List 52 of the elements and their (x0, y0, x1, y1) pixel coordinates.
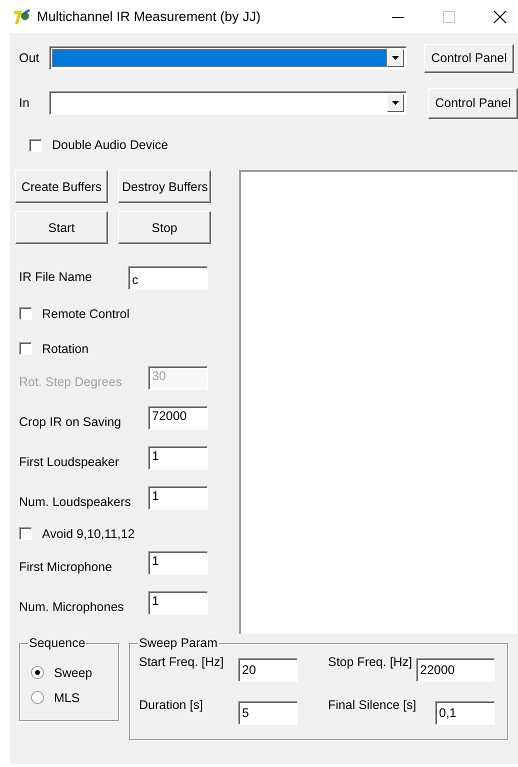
caret-icon (392, 56, 399, 60)
input-field[interactable]: 22000 (416, 658, 495, 682)
field-label: Out (18, 51, 40, 65)
field-label: Duration [s] (139, 698, 204, 712)
checkbox[interactable] (29, 138, 42, 152)
close-icon[interactable] (493, 10, 507, 24)
field-label: Start Freq. [Hz] (139, 655, 225, 669)
dropdown[interactable] (49, 46, 407, 70)
checkbox[interactable] (19, 342, 32, 355)
dropdown-button[interactable] (387, 94, 404, 112)
radio-label: Sweep (54, 666, 92, 680)
input-field[interactable]: 1 (148, 486, 208, 510)
field-label: IR File Name (19, 270, 93, 284)
dropdown[interactable] (49, 91, 407, 115)
field-label: Stop Freq. [Hz] (327, 655, 414, 669)
field-label: Num. Loudspeakers (19, 495, 132, 509)
group-title: Sweep Param (138, 636, 219, 650)
input-field[interactable]: 1 (148, 446, 208, 470)
button[interactable]: Create Buffers (15, 170, 108, 203)
window-title: Multichannel IR Measurement (by JJ) (37, 9, 261, 24)
field-label: First Microphone (19, 560, 114, 574)
dropdown-button[interactable] (387, 49, 404, 67)
field-label: Crop IR on Saving (19, 415, 122, 429)
control-panel-button[interactable]: Control Panel (428, 88, 518, 118)
checkbox-label: Rotation (42, 342, 89, 356)
checkbox-label: Double Audio Device (52, 138, 168, 152)
checkbox[interactable] (19, 307, 32, 320)
input-field[interactable]: 1 (148, 591, 208, 615)
button[interactable]: Stop (118, 211, 211, 244)
app-icon (13, 8, 31, 24)
control-panel-button[interactable]: Control Panel (424, 44, 514, 72)
input-field[interactable]: 0,1 (435, 701, 495, 725)
radio-button[interactable] (31, 666, 44, 679)
checkbox-label: Remote Control (42, 306, 130, 320)
button[interactable]: Start (15, 211, 108, 244)
input-field[interactable]: 72000 (148, 406, 208, 430)
input-field[interactable]: 20 (238, 658, 298, 682)
group-title: Sequence (28, 636, 86, 650)
field-label: First Loudspeaker (19, 455, 120, 469)
radio-label: MLS (54, 690, 80, 704)
field-label: Num. Microphones (19, 600, 125, 614)
button[interactable]: Destroy Buffers (118, 170, 211, 203)
caret-icon (392, 101, 399, 105)
field-label: In (18, 96, 30, 110)
input-field[interactable]: c (128, 266, 208, 290)
input-field[interactable]: 5 (238, 701, 298, 725)
radio-button[interactable] (31, 691, 44, 704)
field-label: Final Silence [s] (327, 698, 418, 712)
checkbox-label: Avoid 9,10,11,12 (42, 526, 135, 540)
field-label: Rot. Step Degrees (19, 375, 123, 389)
input-field[interactable]: 1 (148, 551, 208, 575)
checkbox[interactable] (19, 527, 32, 540)
